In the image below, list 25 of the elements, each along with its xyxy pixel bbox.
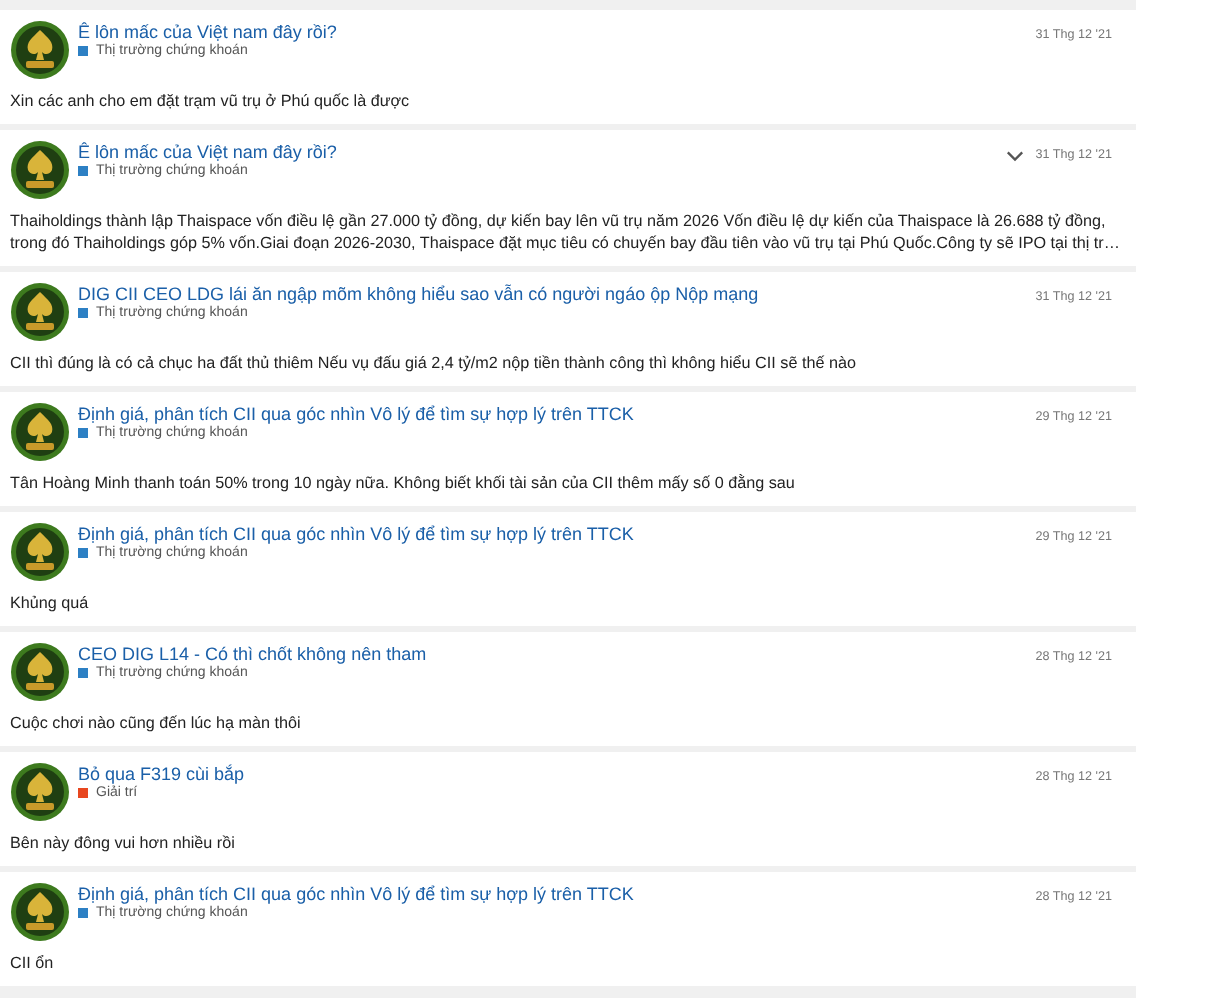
avatar-icon[interactable] <box>10 522 70 582</box>
post-excerpt: Khủng quá <box>10 592 91 614</box>
avatar-icon[interactable] <box>10 642 70 702</box>
avatar-icon[interactable] <box>10 762 70 822</box>
post-excerpt: CII ổn <box>10 952 56 974</box>
post-excerpt: Xin các anh cho em đặt trạm vũ trụ ở Phú quốc là được <box>10 90 412 112</box>
topic-link[interactable]: Bỏ qua F319 cùi bắp <box>78 764 1028 784</box>
post-excerpt: Thaiholdings thành lập Thaispace vốn điều lệ gần 27.000 tỷ đồng, dự kiến bay lên vũ trụ năm 2026 Vốn điều lệ dự kiến của Thaispace là 26.688 tỷ đồng, trong đó Thaiholdings góp 5% vốn.Giai đoạn 2026-2030, Thaispace đặt mục tiêu có chuyến bay đầu tiên vào vũ trụ tại Phú Quốc.Công ty sẽ IPO tại thị tr… <box>10 210 1122 254</box>
post-excerpt: Tân Hoàng Minh thanh toán 50% trong 10 ngày nữa. Không biết khối tài sản của CII thêm mấy số 0 đằng sau <box>10 472 797 494</box>
topic-link[interactable]: Định giá, phân tích CII qua góc nhìn Vô lý để tìm sự hợp lý trên TTCK <box>78 404 1028 424</box>
chevron-icon[interactable] <box>1005 149 1024 161</box>
topic-link[interactable]: CEO DIG L14 - Có thì chốt không nên tham <box>78 644 1028 664</box>
avatar-icon[interactable] <box>10 882 70 942</box>
avatar-icon[interactable] <box>10 402 70 462</box>
post-excerpt: CII thì đúng là có cả chục ha đất thủ thiêm Nếu vụ đấu giá 2,4 tỷ/m2 nộp tiền thành công thì không hiểu CII sẽ thế nào <box>10 352 858 374</box>
avatar-icon[interactable] <box>10 20 70 80</box>
topic-link[interactable]: Ê lôn mấc của Việt nam đây rồi? <box>78 22 1028 42</box>
topic-link[interactable]: DIG CII CEO LDG lái ăn ngập mõm không hiểu sao vẫn có người ngáo ộp Nộp mạng <box>78 284 1028 304</box>
avatar-icon[interactable] <box>10 282 70 342</box>
topic-link[interactable]: Định giá, phân tích CII qua góc nhìn Vô lý để tìm sự hợp lý trên TTCK <box>78 524 1028 544</box>
topic-link[interactable]: Định giá, phân tích CII qua góc nhìn Vô lý để tìm sự hợp lý trên TTCK <box>78 884 1028 904</box>
post-excerpt: Cuộc chơi nào cũng đến lúc hạ màn thôi <box>10 712 303 734</box>
topic-link[interactable]: Ê lôn mấc của Việt nam đây rồi? <box>78 142 998 162</box>
post-excerpt: Bên này đông vui hơn nhiều rồi <box>10 832 237 854</box>
avatar-icon[interactable] <box>10 140 70 200</box>
